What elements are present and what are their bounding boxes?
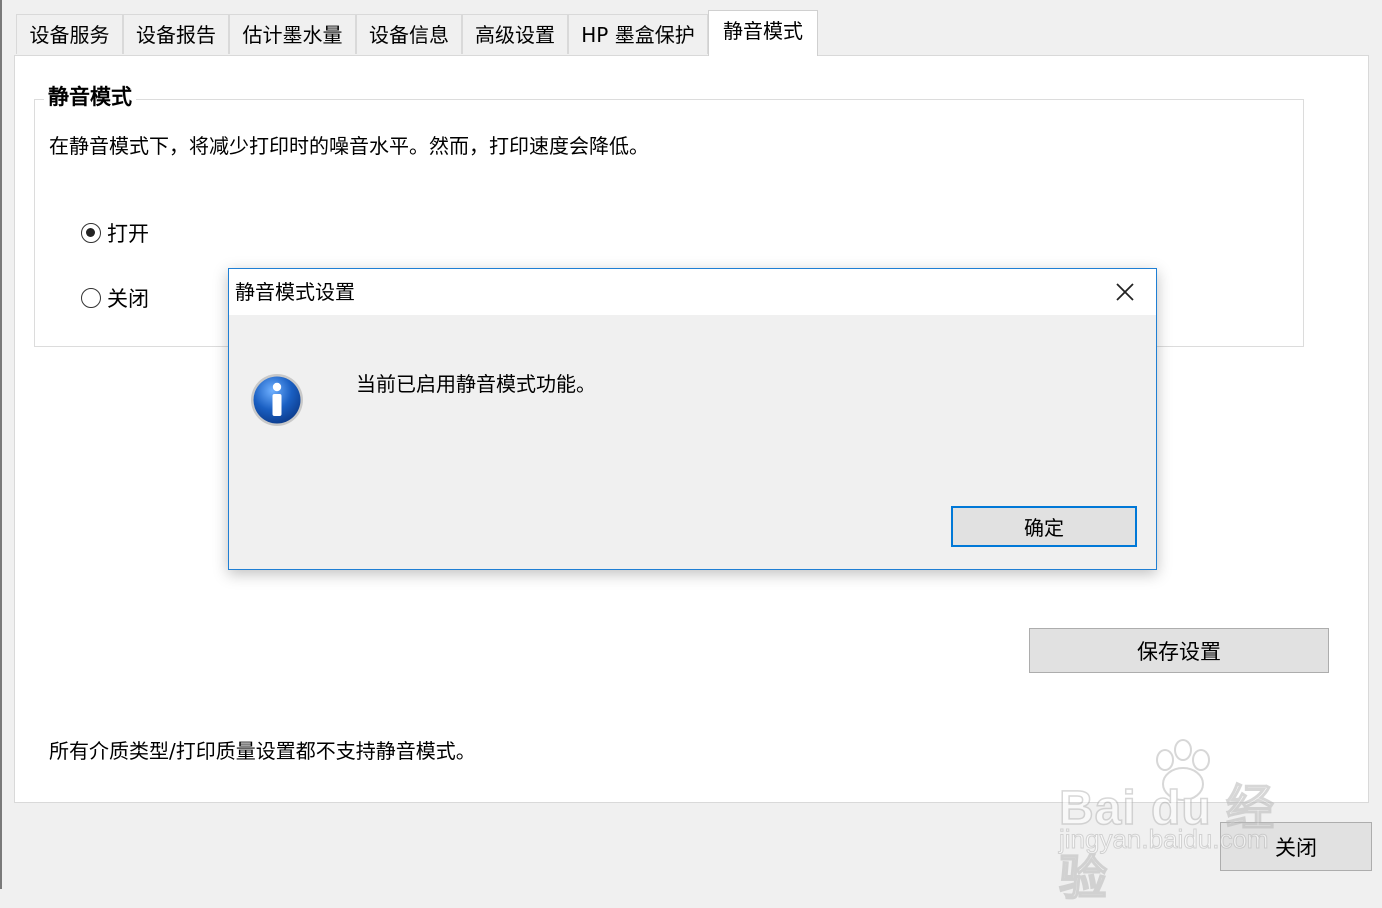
dialog-message: 当前已启用静音模式功能。 [356,372,596,396]
radio-off-option[interactable]: 关闭 [81,283,149,313]
info-icon [251,374,303,426]
radio-on-label: 打开 [107,222,149,246]
tab-hp-cartridge-protection[interactable]: HP 墨盒保护 [568,14,708,54]
group-title: 静音模式 [44,82,136,112]
ok-button[interactable]: 确定 [951,506,1137,547]
quiet-mode-dialog: 静音模式设置 当前已启用静音模式功能。 确定 [228,268,1157,570]
tab-advanced-settings[interactable]: 高级设置 [462,14,568,54]
watermark-url: jingyan.baidu.com [1059,824,1270,855]
dialog-titlebar: 静音模式设置 [229,269,1156,315]
radio-on-option[interactable]: 打开 [81,218,149,248]
tab-device-info[interactable]: 设备信息 [356,14,462,54]
dialog-title: 静音模式设置 [235,280,355,304]
tab-quiet-mode[interactable]: 静音模式 [708,10,818,56]
radio-on-button[interactable] [81,223,101,243]
baidu-watermark: Bai du 经验 jingyan.baidu.com [1055,738,1315,906]
tab-estimated-ink-levels[interactable]: 估计墨水量 [229,14,356,54]
unsupported-note: 所有介质类型/打印质量设置都不支持静音模式。 [49,739,476,763]
window-edge [0,0,2,889]
save-settings-button[interactable]: 保存设置 [1029,628,1329,673]
tab-device-services[interactable]: 设备服务 [16,14,123,54]
quiet-mode-description: 在静音模式下，将减少打印时的噪音水平。然而，打印速度会降低。 [49,134,649,158]
close-icon[interactable] [1112,279,1138,305]
radio-off-button[interactable] [81,288,101,308]
radio-off-label: 关闭 [107,287,149,311]
tab-device-reports[interactable]: 设备报告 [123,14,229,54]
